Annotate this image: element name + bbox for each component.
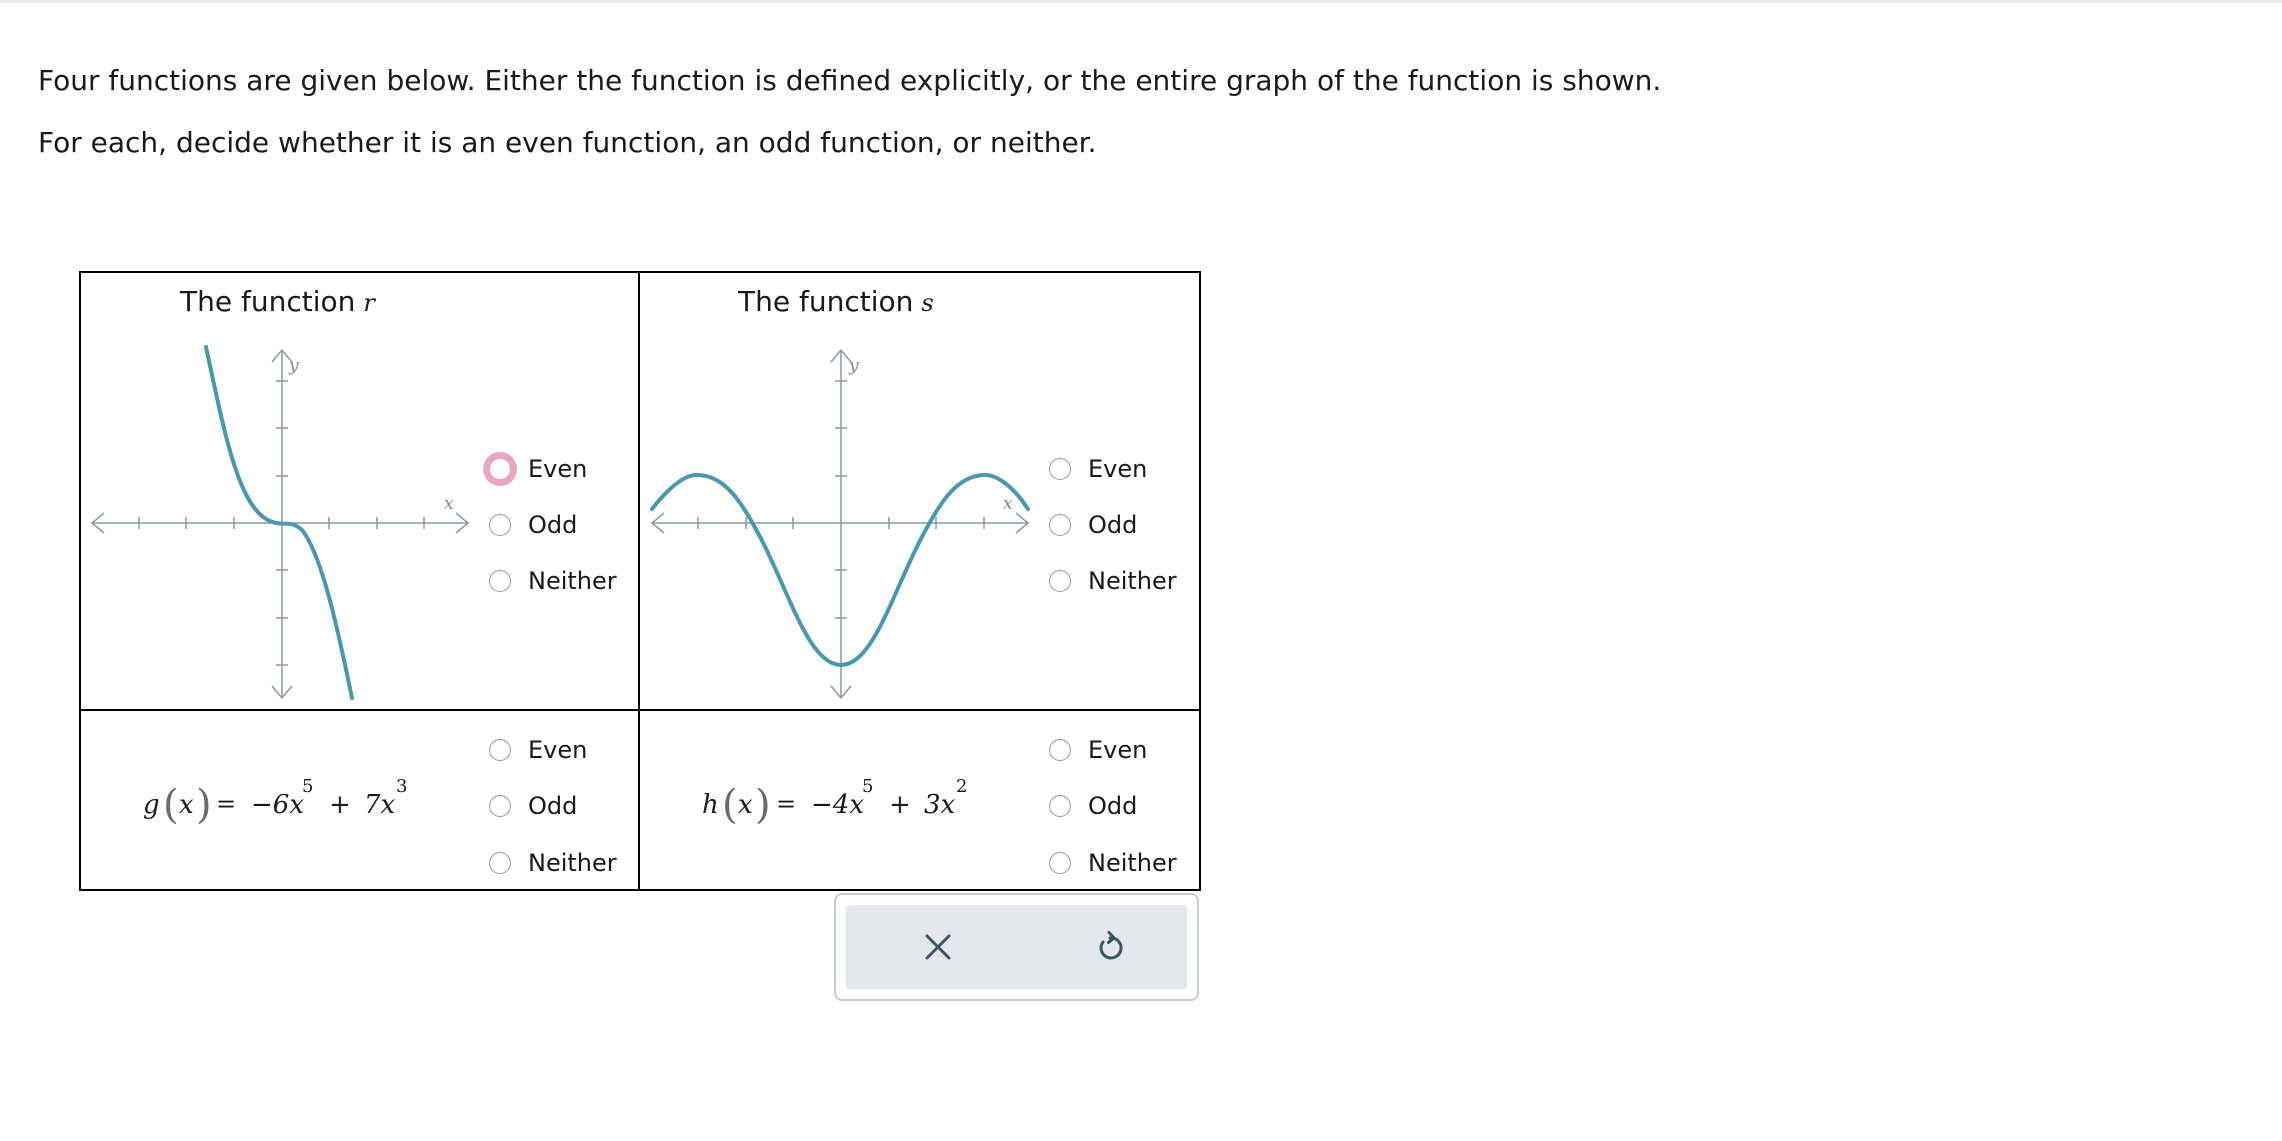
g-option-neither-label: Neither: [528, 849, 617, 877]
undo-icon: [1099, 931, 1123, 960]
open-paren: (: [163, 782, 179, 828]
g-option-odd-radio[interactable]: [489, 795, 511, 817]
h-option-neither-radio[interactable]: [1049, 852, 1071, 874]
function-s-title: The function s: [738, 285, 934, 318]
s-option-neither[interactable]: Neither: [1049, 563, 1177, 599]
g-option-even-radio[interactable]: [489, 739, 511, 761]
s-option-odd[interactable]: Odd: [1049, 507, 1137, 543]
table-border-bottom: [79, 889, 1201, 891]
equals-sign: =: [216, 790, 237, 818]
r-option-neither-label: Neither: [528, 567, 617, 595]
function-s-var: s: [921, 289, 934, 317]
function-g-formula: g ( x ) = −6x 5 + 7x 3: [143, 776, 443, 838]
s-option-even[interactable]: Even: [1049, 451, 1147, 487]
close-paren: ): [196, 782, 212, 828]
function-r-var: r: [363, 289, 375, 317]
function-g-term2: 7x: [364, 790, 396, 820]
answer-toolbar-inner: [846, 905, 1187, 989]
table-border-top: [79, 271, 1201, 273]
g-option-odd-label: Odd: [528, 792, 578, 820]
function-h-exp2: 2: [956, 776, 968, 797]
g-option-even-label: Even: [528, 736, 588, 764]
s-option-neither-radio[interactable]: [1049, 570, 1071, 592]
s-option-even-label: Even: [1088, 455, 1148, 483]
answer-toolbar: [834, 893, 1199, 1001]
function-g-name: g: [143, 790, 160, 820]
h-option-even-radio[interactable]: [1049, 739, 1071, 761]
table-border-left: [79, 271, 81, 891]
h-option-odd-radio[interactable]: [1049, 795, 1071, 817]
x-axis-label: x: [1003, 494, 1013, 514]
function-g-exp1: 5: [302, 776, 314, 797]
h-option-even[interactable]: Even: [1049, 732, 1147, 768]
r-option-even-radio[interactable]: [483, 452, 517, 486]
g-option-odd[interactable]: Odd: [489, 788, 577, 824]
g-option-even[interactable]: Even: [489, 732, 587, 768]
plus-sign: +: [889, 790, 911, 820]
r-option-odd[interactable]: Odd: [489, 507, 577, 543]
close-icon: [925, 934, 951, 960]
r-option-even-label: Even: [528, 455, 588, 483]
function-h-exp1: 5: [862, 776, 874, 797]
h-option-neither-label: Neither: [1088, 849, 1177, 877]
g-option-neither[interactable]: Neither: [489, 845, 617, 881]
function-r-title: The function r: [180, 285, 375, 318]
h-option-even-label: Even: [1088, 736, 1148, 764]
undo-button[interactable]: [1070, 905, 1150, 989]
function-g-var: x: [179, 790, 194, 820]
s-option-neither-label: Neither: [1088, 567, 1177, 595]
y-axis-label: y: [848, 356, 859, 376]
function-g-exp2: 3: [396, 776, 408, 797]
equals-sign: =: [776, 790, 797, 818]
h-option-odd[interactable]: Odd: [1049, 788, 1137, 824]
s-option-odd-label: Odd: [1088, 511, 1138, 539]
function-h-name: h: [702, 790, 719, 820]
open-paren: (: [722, 782, 738, 828]
r-option-neither-radio[interactable]: [489, 570, 511, 592]
function-h-term1: −4x: [811, 790, 864, 820]
r-option-odd-radio[interactable]: [489, 514, 511, 536]
function-h-term2: 3x: [924, 790, 956, 820]
table-border-right: [1199, 271, 1201, 891]
r-option-neither[interactable]: Neither: [489, 563, 617, 599]
x-axis-label: x: [444, 494, 454, 514]
function-g-term1: −6x: [251, 790, 304, 820]
function-h-formula: h ( x ) = −4x 5 + 3x 2: [702, 776, 1002, 838]
s-option-even-radio[interactable]: [1049, 458, 1071, 480]
r-option-even[interactable]: Even: [483, 451, 588, 487]
table-border-middle: [79, 709, 1201, 711]
g-option-neither-radio[interactable]: [489, 852, 511, 874]
y-axis-label: y: [288, 356, 299, 376]
top-divider: [0, 0, 2282, 3]
graph-s: x y: [650, 348, 1030, 700]
clear-button[interactable]: [898, 905, 978, 989]
s-option-odd-radio[interactable]: [1049, 514, 1071, 536]
h-option-neither[interactable]: Neither: [1049, 845, 1177, 881]
r-option-odd-label: Odd: [528, 511, 578, 539]
close-paren: ): [755, 782, 771, 828]
h-option-odd-label: Odd: [1088, 792, 1138, 820]
instruction-line-1: Four functions are given below. Either t…: [38, 64, 1662, 97]
function-h-var: x: [738, 790, 753, 820]
graph-r: x y: [90, 345, 470, 700]
instruction-line-2: For each, decide whether it is an even f…: [38, 126, 1097, 159]
plus-sign: +: [329, 790, 351, 820]
table-border-center: [638, 271, 640, 891]
